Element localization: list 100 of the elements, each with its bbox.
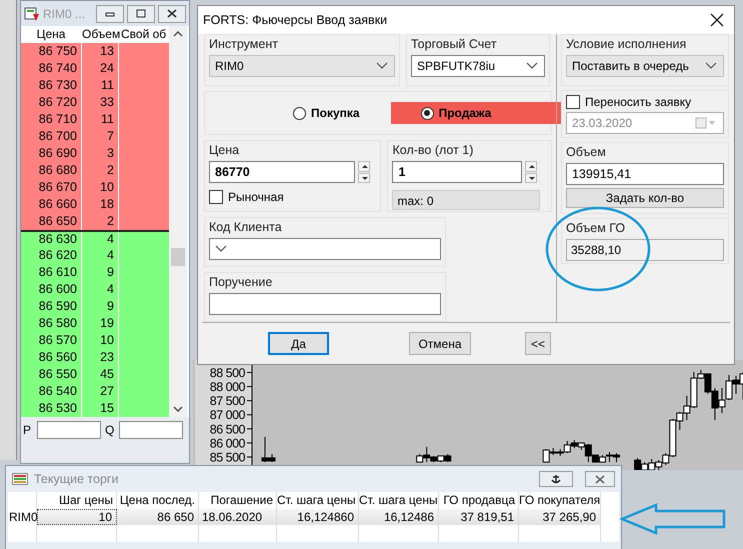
quantity-input[interactable]: 1 (392, 161, 522, 183)
order-book-row[interactable]: 86 710 11 (21, 111, 169, 128)
chevron-down-icon (705, 62, 717, 70)
close-icon[interactable] (710, 13, 724, 27)
order-book-row[interactable]: 86 610 9 (21, 264, 169, 281)
field-label: Цена (209, 143, 240, 158)
maximize-icon (136, 9, 146, 18)
order-book-row[interactable]: 86 660 18 (21, 196, 169, 213)
field-label: Условие исполнения (566, 37, 688, 52)
anchor-icon (551, 474, 561, 484)
axis-label: 87 000 (210, 408, 245, 422)
spin-buttons[interactable] (525, 161, 538, 183)
scroll-thumb[interactable] (171, 248, 185, 266)
row-header: RIM0 (8, 509, 37, 525)
field-label: Объем (566, 145, 607, 160)
volume-input[interactable]: 139915,41 (566, 163, 724, 185)
window-title: Текущие торги (34, 472, 120, 486)
order-book-row[interactable]: 86 570 10 (21, 332, 169, 349)
table-cell: 16,124860 (277, 509, 359, 525)
table-cell: 16,12486 (359, 509, 439, 525)
table-cell: 10 (37, 509, 117, 525)
axis-label: 86 000 (210, 436, 245, 450)
radio-button[interactable]: Покупка (263, 102, 388, 124)
order-book-row[interactable]: 86 560 23 (21, 349, 169, 366)
order-book-row[interactable]: 86 650 2 (21, 213, 169, 230)
order-book-row[interactable]: 86 670 10 (21, 179, 169, 196)
axis-label: 86 500 (210, 422, 245, 436)
window-title: RIM0 ... (43, 6, 86, 20)
order-book-row[interactable]: 86 600 4 (21, 281, 169, 298)
minimize-button[interactable] (96, 4, 124, 22)
margin-value-field: 35288,10 (566, 239, 724, 261)
ok-button[interactable]: Да (268, 332, 329, 355)
field-label: Код Клиента (209, 220, 283, 235)
order-book-row[interactable]: 86 630 4 (21, 230, 169, 247)
table-cell: 18.06.2020 (199, 509, 277, 525)
order-book-row[interactable]: 86 700 7 (21, 128, 169, 145)
close-button[interactable] (585, 471, 615, 487)
order-book-row[interactable]: 86 530 15 (21, 400, 169, 417)
table-icon (12, 473, 28, 485)
order-book-row[interactable]: 86 680 2 (21, 162, 169, 179)
dialog-title: FORTS: Фьючерсы Ввод заявки (203, 13, 388, 27)
field-label: P (23, 423, 32, 437)
close-icon (167, 9, 177, 18)
field-label: Q (105, 423, 115, 437)
field-label: Инструмент (209, 37, 279, 52)
chevron-down-icon (526, 62, 538, 70)
condition-dropdown[interactable]: Поставить в очередь (566, 55, 724, 77)
order-book-row[interactable]: 86 580 19 (21, 315, 169, 332)
order-book-row[interactable]: 86 750 13 (21, 43, 169, 60)
radio-button[interactable]: Продажа (390, 102, 562, 124)
order-book-icon (24, 6, 40, 22)
order-book-row[interactable]: 86 740 24 (21, 60, 169, 77)
close-icon (594, 474, 606, 484)
maximize-button[interactable] (127, 4, 155, 22)
pin-button[interactable] (539, 471, 573, 487)
table-cell: 37 265,90 (519, 509, 601, 525)
client-code-dropdown[interactable] (209, 238, 441, 260)
field-label: Торговый Счет (411, 37, 498, 52)
comment-input[interactable] (209, 293, 441, 315)
set-quantity-button[interactable]: Задать кол-во (566, 188, 724, 208)
column-header: Цена (36, 26, 66, 43)
spin-buttons[interactable] (358, 161, 370, 183)
axis-label: 88 000 (210, 380, 245, 394)
checkbox-label: Рыночная (228, 190, 284, 204)
axis-label: 88 500 (210, 366, 245, 380)
axis-label: 85 500 (210, 450, 245, 465)
account-dropdown[interactable]: SPBFUTK78iu (411, 55, 545, 77)
price-input[interactable]: 86770 (209, 161, 355, 183)
checkbox[interactable] (209, 190, 223, 204)
collapse-button[interactable]: << (525, 332, 551, 355)
axis-label: 87 500 (210, 394, 245, 408)
quantity-input[interactable] (119, 421, 183, 439)
column-header: Свой об (121, 26, 168, 43)
order-book-row[interactable]: 86 720 33 (21, 94, 169, 111)
chevron-down-icon (376, 62, 388, 70)
close-button[interactable] (158, 4, 186, 22)
date-picker[interactable]: 23.03.2020 (566, 112, 724, 134)
order-book-row[interactable]: 86 620 4 (21, 247, 169, 264)
minimize-icon (105, 10, 115, 16)
scrollbar[interactable] (169, 26, 187, 417)
field-label: Объем ГО (566, 221, 626, 236)
field-label: Поручение (209, 275, 274, 290)
order-book-row[interactable]: 86 730 11 (21, 77, 169, 94)
order-book-row[interactable]: 86 690 3 (21, 145, 169, 162)
field-label: Кол-во (лот 1) (392, 143, 474, 158)
chevron-down-icon (215, 245, 227, 253)
order-book-row[interactable]: 86 540 27 (21, 383, 169, 400)
scroll-up-icon (173, 31, 183, 37)
table-cell: 37 819,51 (439, 509, 519, 525)
table-cell: 86 650 (117, 509, 199, 525)
checkbox-label: Переносить заявку (584, 95, 692, 109)
order-book-row[interactable]: 86 590 9 (21, 298, 169, 315)
checkbox[interactable] (566, 95, 580, 109)
order-book-row[interactable]: 86 550 45 (21, 366, 169, 383)
max-indicator: max: 0 (392, 190, 540, 210)
instrument-dropdown[interactable]: RIM0 (209, 55, 395, 77)
price-input[interactable] (37, 421, 101, 439)
cancel-button[interactable]: Отмена (409, 332, 471, 355)
scroll-down-icon (173, 406, 183, 412)
calendar-icon (695, 117, 717, 129)
